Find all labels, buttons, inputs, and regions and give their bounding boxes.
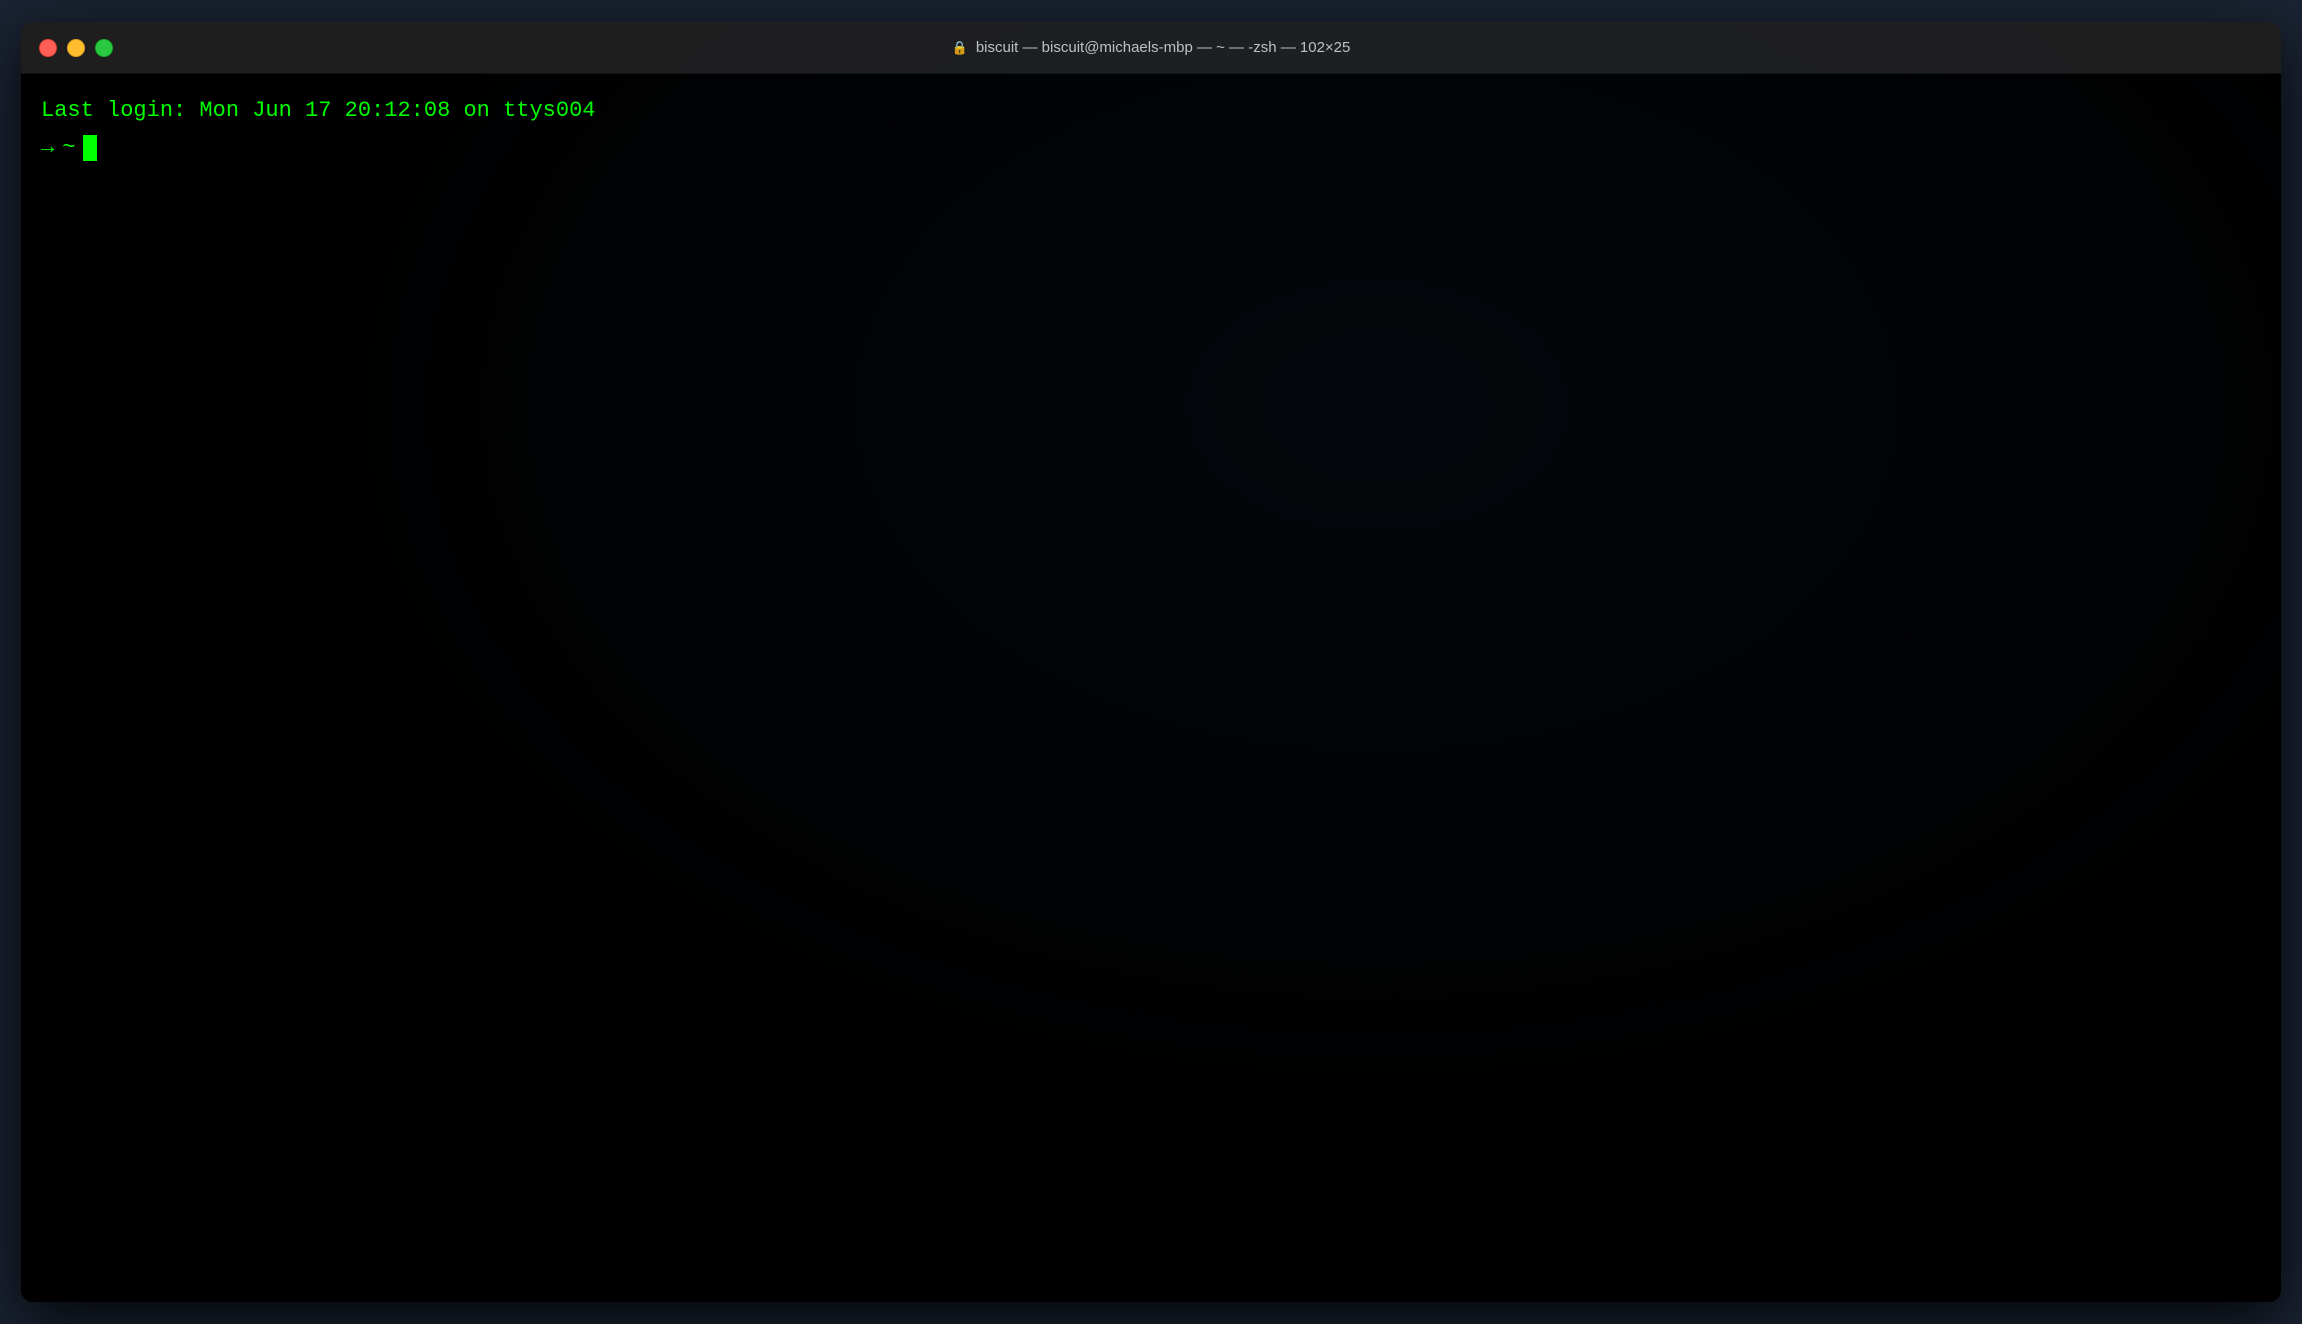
prompt-line[interactable]: → ~ [41, 131, 2261, 164]
maximize-button[interactable] [95, 39, 113, 57]
terminal-cursor [83, 135, 97, 161]
title-label: biscuit — biscuit@michaels-mbp — ~ — -zs… [976, 39, 1351, 56]
last-login-line: Last login: Mon Jun 17 20:12:08 on ttys0… [41, 94, 2261, 127]
minimize-button[interactable] [67, 39, 85, 57]
traffic-lights [39, 39, 113, 57]
lock-icon: 🔒 [952, 40, 968, 56]
prompt-arrow-icon: → [41, 131, 54, 164]
title-bar: 🔒 biscuit — biscuit@michaels-mbp — ~ — -… [21, 22, 2281, 74]
prompt-tilde: ~ [62, 131, 75, 164]
terminal-window[interactable]: 🔒 biscuit — biscuit@michaels-mbp — ~ — -… [21, 22, 2281, 1302]
close-button[interactable] [39, 39, 57, 57]
terminal-body[interactable]: Last login: Mon Jun 17 20:12:08 on ttys0… [21, 74, 2281, 1302]
window-title: 🔒 biscuit — biscuit@michaels-mbp — ~ — -… [952, 39, 1351, 56]
